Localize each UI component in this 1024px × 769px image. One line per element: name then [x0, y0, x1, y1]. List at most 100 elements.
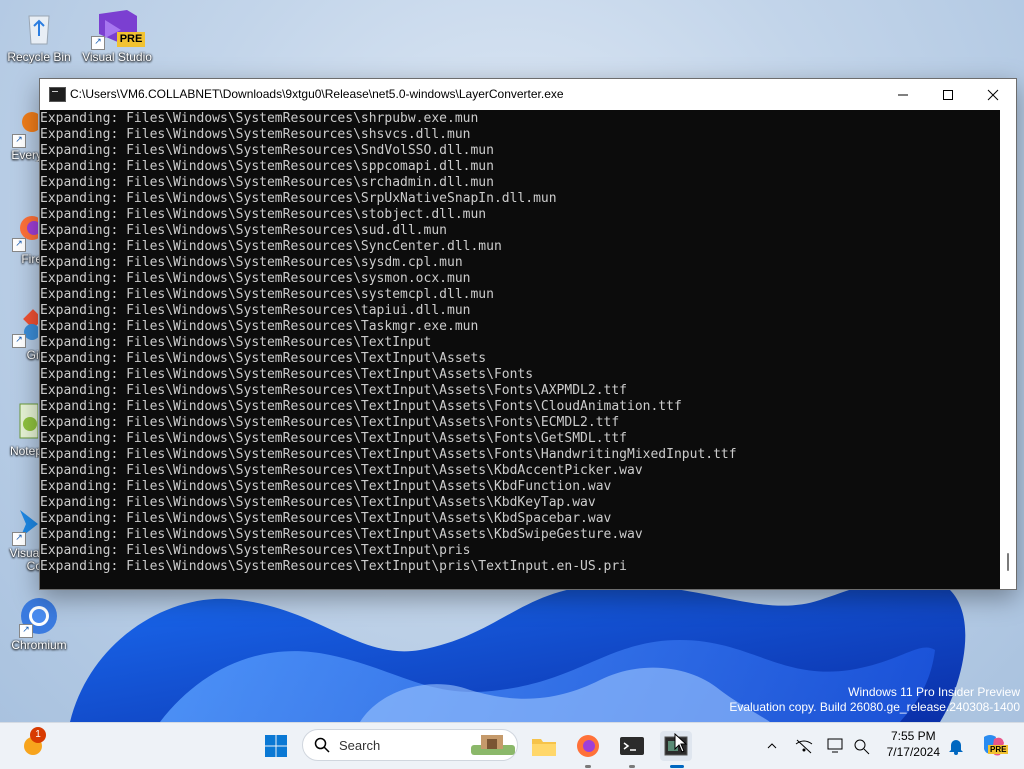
- chromium-icon: ↗: [19, 596, 59, 638]
- accessibility-button[interactable]: [846, 731, 878, 761]
- file-explorer-button[interactable]: [528, 731, 560, 761]
- console-line: Expanding: Files\Windows\SystemResources…: [40, 143, 494, 158]
- console-line: Expanding: Files\Windows\SystemResources…: [40, 447, 737, 462]
- console-line: Expanding: Files\Windows\SystemResources…: [40, 495, 596, 510]
- minimize-button[interactable]: [880, 79, 926, 110]
- console-line: Expanding: Files\Windows\SystemResources…: [40, 415, 620, 430]
- console-line: Expanding: Files\Windows\SystemResources…: [40, 111, 479, 126]
- git-icon: ↗: [0, 306, 43, 348]
- console-line: Expanding: Files\Windows\SystemResources…: [40, 399, 682, 414]
- console-window[interactable]: C:\Users\VM6.COLLABNET\Downloads\9xtgu0\…: [39, 78, 1017, 590]
- start-button[interactable]: [260, 731, 292, 761]
- desktop-icon-chromium[interactable]: ↗ Chromium: [2, 596, 76, 652]
- console-line: Expanding: Files\Windows\SystemResources…: [40, 559, 627, 574]
- search-label: Search: [339, 738, 381, 753]
- console-line: Expanding: Files\Windows\SystemResources…: [40, 431, 627, 446]
- clock-time: 7:55 PM: [890, 729, 936, 743]
- search-highlight-illustration-icon: [471, 735, 515, 755]
- desktop-icon-git[interactable]: ↗ Git: [0, 306, 43, 362]
- maximize-button[interactable]: [925, 79, 971, 110]
- shortcut-arrow-icon: ↗: [12, 134, 26, 148]
- everything-search-icon: ↗: [0, 106, 42, 148]
- mouse-cursor-icon: [674, 733, 688, 753]
- console-line: Expanding: Files\Windows\SystemResources…: [40, 367, 534, 382]
- desktop-icon-recycle-bin[interactable]: Recycle Bin: [2, 8, 76, 64]
- vscode-icon: ↗: [0, 504, 38, 546]
- console-line: Expanding: Files\Windows\SystemResources…: [40, 175, 494, 190]
- console-line: Expanding: Files\Windows\SystemResources…: [40, 287, 494, 302]
- desktop-icon-label: Recycle Bin: [7, 51, 71, 64]
- console-line: Expanding: Files\Windows\SystemResources…: [40, 303, 471, 318]
- desktop-icon-label: Git: [26, 349, 42, 362]
- taskbar-search-box[interactable]: Search: [302, 729, 518, 761]
- console-line: Expanding: Files\Windows\SystemResources…: [40, 527, 643, 542]
- console-line: Expanding: Files\Windows\SystemResources…: [40, 223, 447, 238]
- shortcut-arrow-icon: ↗: [19, 624, 33, 638]
- desktop-icon-label: Notep: [9, 445, 42, 458]
- copilot-pre-badge: PRE: [988, 745, 1009, 754]
- firefox-icon: ↗: [0, 210, 44, 252]
- console-line: Expanding: Files\Windows\SystemResources…: [40, 511, 612, 526]
- scrollbar-thumb[interactable]: [1007, 553, 1009, 571]
- desktop-icon-firefox[interactable]: ↗ Fire: [0, 210, 44, 266]
- console-line: Expanding: Files\Windows\SystemResources…: [40, 127, 471, 142]
- desktop-icon-label: Visual: [9, 547, 42, 560]
- console-line: Expanding: Files\Windows\SystemResources…: [40, 351, 487, 366]
- maximize-icon: [943, 89, 953, 100]
- recycle-bin-icon: [19, 8, 59, 48]
- chevron-up-icon: [767, 743, 777, 749]
- firefox-icon: [577, 735, 599, 757]
- console-line: Expanding: Files\Windows\SystemResources…: [40, 255, 463, 270]
- desktop-icon-visual-studio[interactable]: PRE ↗ Visual Studio: [80, 8, 154, 64]
- console-line: Expanding: Files\Windows\SystemResources…: [40, 239, 502, 254]
- desktop-icon-label: Chromium: [11, 639, 67, 652]
- minimize-icon: [898, 94, 908, 95]
- watermark-edition: Windows 11 Pro Insider Preview: [848, 685, 1020, 699]
- windows-logo-icon: [265, 735, 287, 757]
- close-button[interactable]: [970, 79, 1016, 110]
- notification-bell-icon[interactable]: [948, 737, 964, 755]
- vertical-scrollbar[interactable]: [1000, 110, 1016, 589]
- clock-date: 7/17/2024: [886, 745, 940, 759]
- console-app-icon: [49, 87, 66, 102]
- desktop-icon-label: Visual Studio: [82, 51, 152, 64]
- console-line: Expanding: Files\Windows\SystemResources…: [40, 479, 612, 494]
- desktop-icon-label: Every: [11, 149, 42, 162]
- visual-studio-icon: PRE ↗: [91, 8, 145, 50]
- firefox-taskbar-button[interactable]: [572, 731, 604, 761]
- pre-badge: PRE: [117, 32, 145, 47]
- network-disconnected-icon: [795, 739, 813, 754]
- desktop-icon-everything[interactable]: ↗ Every: [0, 106, 42, 162]
- search-icon: [314, 737, 330, 753]
- console-line: Expanding: Files\Windows\SystemResources…: [40, 335, 432, 350]
- shortcut-arrow-icon: ↗: [12, 334, 26, 348]
- console-line: Expanding: Files\Windows\SystemResources…: [40, 207, 487, 222]
- evaluation-watermark: Windows 11 Pro Insider Preview Evaluatio…: [729, 685, 1020, 715]
- notification-count-badge: 1: [30, 727, 46, 743]
- clock[interactable]: 7:55 PM 7/17/2024: [887, 728, 940, 760]
- desktop-icon-vscode[interactable]: ↗ Visual Co: [0, 504, 42, 573]
- shortcut-arrow-icon: ↗: [91, 36, 105, 50]
- copilot-button[interactable]: PRE: [980, 731, 1009, 759]
- window-title: C:\Users\VM6.COLLABNET\Downloads\9xtgu0\…: [70, 87, 564, 101]
- console-line: Expanding: Files\Windows\SystemResources…: [40, 271, 471, 286]
- shortcut-arrow-icon: ↗: [12, 532, 26, 546]
- watermark-build: Evaluation copy. Build 26080.ge_release.…: [729, 700, 1020, 714]
- desktop-icon-label: Fire: [21, 253, 42, 266]
- desktop-icon-label: Co: [26, 560, 42, 573]
- console-line: Expanding: Files\Windows\SystemResources…: [40, 383, 627, 398]
- show-hidden-icons-button[interactable]: [756, 731, 788, 761]
- network-status-button[interactable]: [788, 731, 820, 761]
- console-line: Expanding: Files\Windows\SystemResources…: [40, 159, 494, 174]
- console-lines: Expanding: Files\Windows\SystemResources…: [40, 110, 1000, 575]
- folder-icon: [532, 739, 556, 756]
- settings-sync-icon: [854, 739, 870, 755]
- terminal-taskbar-button[interactable]: [616, 731, 648, 761]
- console-line: Expanding: Files\Windows\SystemResources…: [40, 191, 557, 206]
- desktop-icon-notepad[interactable]: Notep: [0, 402, 42, 458]
- shortcut-arrow-icon: ↗: [12, 238, 26, 252]
- console-output[interactable]: Expanding: Files\Windows\SystemResources…: [40, 110, 1000, 589]
- close-icon: [987, 89, 999, 100]
- console-line: Expanding: Files\Windows\SystemResources…: [40, 543, 471, 558]
- title-bar[interactable]: C:\Users\VM6.COLLABNET\Downloads\9xtgu0\…: [40, 79, 1016, 110]
